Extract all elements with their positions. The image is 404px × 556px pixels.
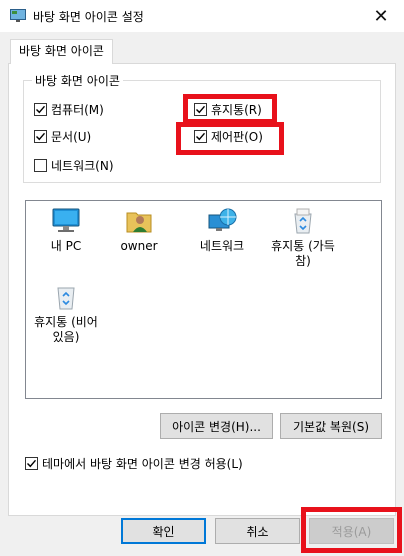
list-item-label: owner xyxy=(120,239,158,253)
list-item-label: 내 PC xyxy=(50,239,82,253)
checkbox-control-panel[interactable]: 제어판(O) xyxy=(194,128,263,144)
checkbox-label: 네트워크(N) xyxy=(51,158,114,173)
network-icon xyxy=(208,208,237,231)
checkbox-network[interactable]: 네트워크(N) xyxy=(34,157,114,173)
computer-icon xyxy=(52,208,80,232)
checkbox-box[interactable] xyxy=(34,102,47,116)
tab-panel: 바탕 화면 아이콘 컴퓨터(M) 휴지통(R) 문서(U) 제어판(O) 네트워… xyxy=(8,63,396,516)
list-item-recycle-bin-full[interactable]: 휴지통 (가득 참) xyxy=(262,207,344,269)
checkbox-recycle-bin[interactable]: 휴지통(R) xyxy=(194,101,262,117)
cancel-button[interactable]: 취소 xyxy=(215,518,300,544)
list-item-this-pc[interactable]: 내 PC xyxy=(29,207,103,254)
recycle-bin-full-icon xyxy=(294,208,312,234)
list-item-network[interactable]: 네트워크 xyxy=(185,207,259,254)
checkbox-box[interactable] xyxy=(194,102,207,116)
checkbox-documents[interactable]: 문서(U) xyxy=(34,128,91,144)
list-item-label: 네트워크 xyxy=(199,239,245,253)
restore-default-button[interactable]: 기본값 복원(S) xyxy=(280,413,382,439)
window-title: 바탕 화면 아이콘 설정 xyxy=(33,10,144,24)
group-title: 바탕 화면 아이콘 xyxy=(32,72,123,89)
desktop-icons-group: 바탕 화면 아이콘 컴퓨터(M) 휴지통(R) 문서(U) 제어판(O) 네트워… xyxy=(23,72,381,183)
apply-button[interactable]: 적용(A) xyxy=(309,518,394,544)
ok-button[interactable]: 확인 xyxy=(121,518,206,544)
title-bar: 바탕 화면 아이콘 설정 ✕ xyxy=(0,0,404,32)
display-settings-icon xyxy=(10,9,26,22)
list-item-label: 휴지통 (가득 참) xyxy=(271,239,335,268)
list-item-owner[interactable]: owner xyxy=(102,207,176,254)
recycle-bin-empty-icon xyxy=(57,287,75,310)
list-item-recycle-bin-empty[interactable]: 휴지통 (비어 있음) xyxy=(26,283,106,345)
close-icon: ✕ xyxy=(373,5,389,27)
checkbox-label: 휴지통(R) xyxy=(211,102,262,117)
checkbox-box[interactable] xyxy=(34,129,47,143)
checkbox-allow-theme-change[interactable]: 테마에서 바탕 화면 아이콘 변경 허용(L) xyxy=(25,455,243,471)
tab-desktop-icons[interactable]: 바탕 화면 아이콘 xyxy=(10,39,113,64)
checkbox-label: 문서(U) xyxy=(51,129,92,144)
checkbox-label: 제어판(O) xyxy=(211,129,263,144)
icon-list-view[interactable]: 내 PC owner 네트워크 휴지통 (가득 참) 휴지통 (비어 있음) xyxy=(25,200,382,399)
close-button[interactable]: ✕ xyxy=(358,0,404,32)
list-item-label: 휴지통 (비어 있음) xyxy=(34,315,98,344)
checkbox-box[interactable] xyxy=(194,129,207,143)
checkbox-computer[interactable]: 컴퓨터(M) xyxy=(34,101,104,117)
change-icon-button[interactable]: 아이콘 변경(H)... xyxy=(160,413,273,439)
checkbox-label: 컴퓨터(M) xyxy=(51,102,104,117)
user-folder-icon xyxy=(126,212,152,233)
dialog-client-area: 바탕 화면 아이콘 바탕 화면 아이콘 컴퓨터(M) 휴지통(R) 문서(U) … xyxy=(0,32,404,556)
checkbox-box[interactable] xyxy=(34,158,47,172)
checkbox-label: 테마에서 바탕 화면 아이콘 변경 허용(L) xyxy=(42,456,243,471)
checkbox-box[interactable] xyxy=(25,456,38,470)
